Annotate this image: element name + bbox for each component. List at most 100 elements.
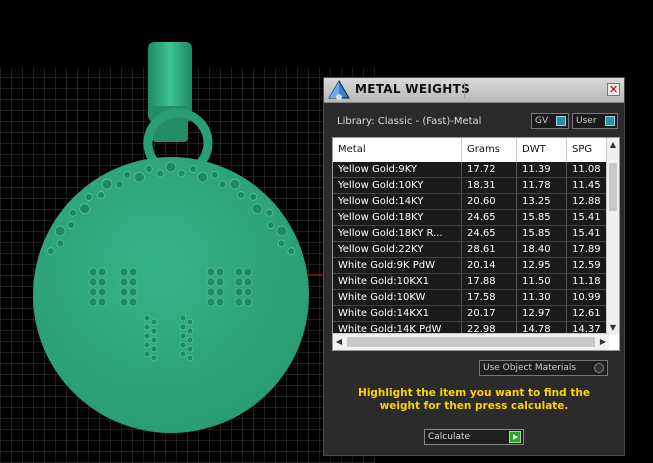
table-row[interactable]: Yellow Gold:18KY 24.65 15.85 15.41 bbox=[333, 210, 608, 226]
gem-stone bbox=[186, 354, 194, 362]
table-row[interactable]: Yellow Gold:18KY R... 24.65 15.85 15.41 bbox=[333, 226, 608, 242]
horizontal-scroll-thumb[interactable] bbox=[347, 337, 595, 347]
metal-weights-panel: METAL WEIGHTS ✕ Library: Classic - (Fast… bbox=[323, 77, 625, 456]
gem-stone bbox=[97, 297, 107, 307]
table-row[interactable]: Yellow Gold:9KY 17.72 11.39 11.08 bbox=[333, 162, 608, 178]
gem-stone bbox=[79, 203, 91, 215]
gem-stone bbox=[67, 221, 75, 229]
scroll-right-icon[interactable]: ▶ bbox=[597, 337, 609, 347]
gem-stone bbox=[128, 297, 138, 307]
metal-cell: White Gold:10KW bbox=[333, 290, 462, 305]
scroll-left-icon[interactable]: ◀ bbox=[333, 337, 345, 347]
gem-stone bbox=[88, 297, 98, 307]
dwt-cell: 15.85 bbox=[517, 226, 567, 241]
column-header-metal[interactable]: Metal bbox=[333, 138, 462, 162]
scroll-up-icon[interactable]: ▲ bbox=[607, 140, 619, 150]
gem-stone bbox=[156, 169, 165, 178]
title-separator bbox=[464, 82, 615, 98]
column-header-dwt[interactable]: DWT bbox=[517, 138, 567, 162]
gem-stone bbox=[88, 287, 98, 297]
gem-stone bbox=[234, 287, 244, 297]
library-label: Library: Classic - (Fast)-Metal bbox=[337, 116, 482, 127]
gem-stone bbox=[179, 341, 187, 349]
dwt-cell: 13.25 bbox=[517, 194, 567, 209]
instruction-text: Highlight the item you want to find the … bbox=[358, 387, 590, 412]
table-row[interactable]: White Gold:10KW 17.58 11.30 10.99 bbox=[333, 290, 608, 306]
gem-stone bbox=[179, 350, 187, 358]
scroll-down-icon[interactable]: ▼ bbox=[607, 323, 619, 333]
table-row[interactable]: White Gold:9K PdW 20.14 12.95 12.59 bbox=[333, 258, 608, 274]
gem-stone bbox=[143, 323, 151, 331]
gem-stone bbox=[119, 267, 129, 277]
spg-cell: 12.88 bbox=[567, 194, 608, 209]
use-object-materials-toggle[interactable]: Use Object Materials bbox=[479, 360, 608, 376]
dwt-cell: 12.95 bbox=[517, 258, 567, 273]
gem-stone bbox=[179, 323, 187, 331]
window-title: METAL WEIGHTS bbox=[355, 82, 471, 96]
gem-stone bbox=[150, 318, 158, 326]
gv-toggle[interactable]: GV bbox=[531, 113, 569, 129]
spg-cell: 11.45 bbox=[567, 178, 608, 193]
user-toggle[interactable]: User bbox=[572, 113, 618, 129]
gem-stone bbox=[101, 178, 113, 190]
spg-cell: 11.18 bbox=[567, 274, 608, 289]
gem-stone bbox=[97, 277, 107, 287]
gem-stone bbox=[143, 314, 151, 322]
table-row[interactable]: White Gold:14KX1 20.17 12.97 12.61 bbox=[333, 306, 608, 322]
metal-table[interactable]: Metal Grams DWT SPG Yellow Gold:9KY 17.72… bbox=[332, 137, 620, 351]
gem-stone bbox=[206, 297, 216, 307]
gem-stone bbox=[88, 277, 98, 287]
pyramid-icon bbox=[328, 80, 350, 100]
dwt-cell: 12.97 bbox=[517, 306, 567, 321]
gem-stone bbox=[186, 345, 194, 353]
gem-stone bbox=[97, 191, 105, 199]
gem-stone bbox=[128, 287, 138, 297]
title-bar[interactable]: METAL WEIGHTS ✕ bbox=[324, 78, 624, 103]
gem-stone bbox=[243, 267, 253, 277]
close-icon[interactable]: ✕ bbox=[607, 83, 620, 96]
gem-stone bbox=[249, 193, 258, 201]
horizontal-scrollbar[interactable]: ◀ ▶ bbox=[333, 333, 609, 350]
column-header-grams[interactable]: Grams bbox=[462, 138, 517, 162]
grams-cell: 17.58 bbox=[462, 290, 517, 305]
spg-cell: 17.89 bbox=[567, 242, 608, 257]
grams-cell: 18.31 bbox=[462, 178, 517, 193]
gem-stone bbox=[143, 350, 151, 358]
grams-cell: 20.14 bbox=[462, 258, 517, 273]
grams-cell: 28.61 bbox=[462, 242, 517, 257]
calculate-button[interactable]: Calculate bbox=[424, 429, 524, 445]
gem-stone bbox=[243, 287, 253, 297]
gem-stone bbox=[218, 180, 227, 189]
gem-stone bbox=[197, 171, 208, 183]
grams-cell: 20.17 bbox=[462, 306, 517, 321]
gem-stone bbox=[69, 208, 77, 217]
gem-stone bbox=[179, 314, 187, 322]
dwt-cell: 11.50 bbox=[517, 274, 567, 289]
gem-stone bbox=[177, 169, 186, 178]
gem-stone bbox=[287, 247, 296, 256]
table-row[interactable]: Yellow Gold:10KY 18.31 11.78 11.45 bbox=[333, 178, 608, 194]
table-row[interactable]: White Gold:10KX1 17.88 11.50 11.18 bbox=[333, 274, 608, 290]
gem-stone bbox=[267, 221, 275, 229]
column-header-spg[interactable]: SPG bbox=[567, 138, 608, 162]
gem-stone bbox=[234, 267, 244, 277]
gem-stone bbox=[128, 277, 138, 287]
metal-cell: Yellow Gold:18KY bbox=[333, 210, 462, 225]
vertical-scroll-thumb[interactable] bbox=[609, 163, 617, 211]
table-row[interactable]: Yellow Gold:22KY 28.61 18.40 17.89 bbox=[333, 242, 608, 258]
gem-stone bbox=[265, 208, 273, 217]
vertical-scrollbar[interactable]: ▲ ▼ bbox=[606, 138, 619, 335]
gem-stone bbox=[54, 225, 66, 237]
spg-cell: 12.59 bbox=[567, 258, 608, 273]
gem-stone bbox=[243, 277, 253, 287]
metal-cell: Yellow Gold:22KY bbox=[333, 242, 462, 257]
gem-stone bbox=[119, 277, 129, 287]
spg-cell: 15.41 bbox=[567, 210, 608, 225]
grams-cell: 20.60 bbox=[462, 194, 517, 209]
metal-cell: Yellow Gold:9KY bbox=[333, 162, 462, 177]
table-row[interactable]: Yellow Gold:14KY 20.60 13.25 12.88 bbox=[333, 194, 608, 210]
gem-stone bbox=[119, 297, 129, 307]
gem-stone bbox=[215, 297, 225, 307]
gem-stone bbox=[229, 178, 241, 190]
spg-cell: 15.41 bbox=[567, 226, 608, 241]
